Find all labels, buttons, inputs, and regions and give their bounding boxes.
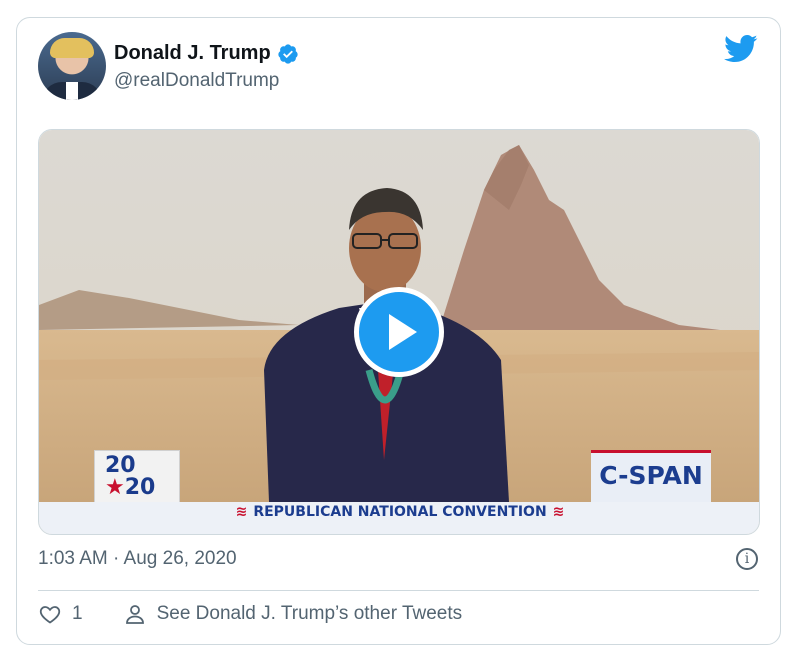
play-button[interactable] [354, 287, 444, 377]
author-display-name[interactable]: Donald J. Trump [114, 42, 271, 65]
action-bar: 1 See Donald J. Trump’s other Tweets [38, 602, 462, 626]
verified-badge-icon [277, 43, 299, 65]
person-icon [125, 605, 144, 624]
like-button[interactable]: 1 [38, 602, 123, 626]
video-player[interactable]: 20 ★20 C-SPAN ≋ REPUBLICAN NATIONAL CONVE… [38, 129, 760, 535]
rnc-2020-logo: 20 ★20 [94, 450, 180, 504]
see-other-tweets-label: See Donald J. Trump’s other Tweets [156, 603, 463, 624]
avatar[interactable] [38, 32, 106, 100]
see-other-tweets-link[interactable]: See Donald J. Trump’s other Tweets [123, 602, 463, 626]
author-row: Donald J. Trump [114, 42, 299, 65]
convention-banner: ≋ REPUBLICAN NATIONAL CONVENTION ≋ [39, 502, 759, 534]
twitter-bird-icon[interactable] [724, 34, 758, 64]
heart-icon [39, 606, 61, 624]
author-handle[interactable]: @realDonaldTrump [114, 70, 279, 92]
tweet-card: Donald J. Trump @realDonaldTrump 20 ★20 … [16, 17, 781, 645]
cspan-logo: C-SPAN [591, 450, 711, 502]
info-icon[interactable]: i [736, 548, 758, 570]
tweet-timestamp[interactable]: 1:03 AM · Aug 26, 2020 [38, 548, 237, 570]
like-count: 1 [72, 603, 83, 624]
play-icon [389, 314, 417, 350]
divider [38, 590, 759, 591]
banner-text: REPUBLICAN NATIONAL CONVENTION [253, 504, 547, 520]
